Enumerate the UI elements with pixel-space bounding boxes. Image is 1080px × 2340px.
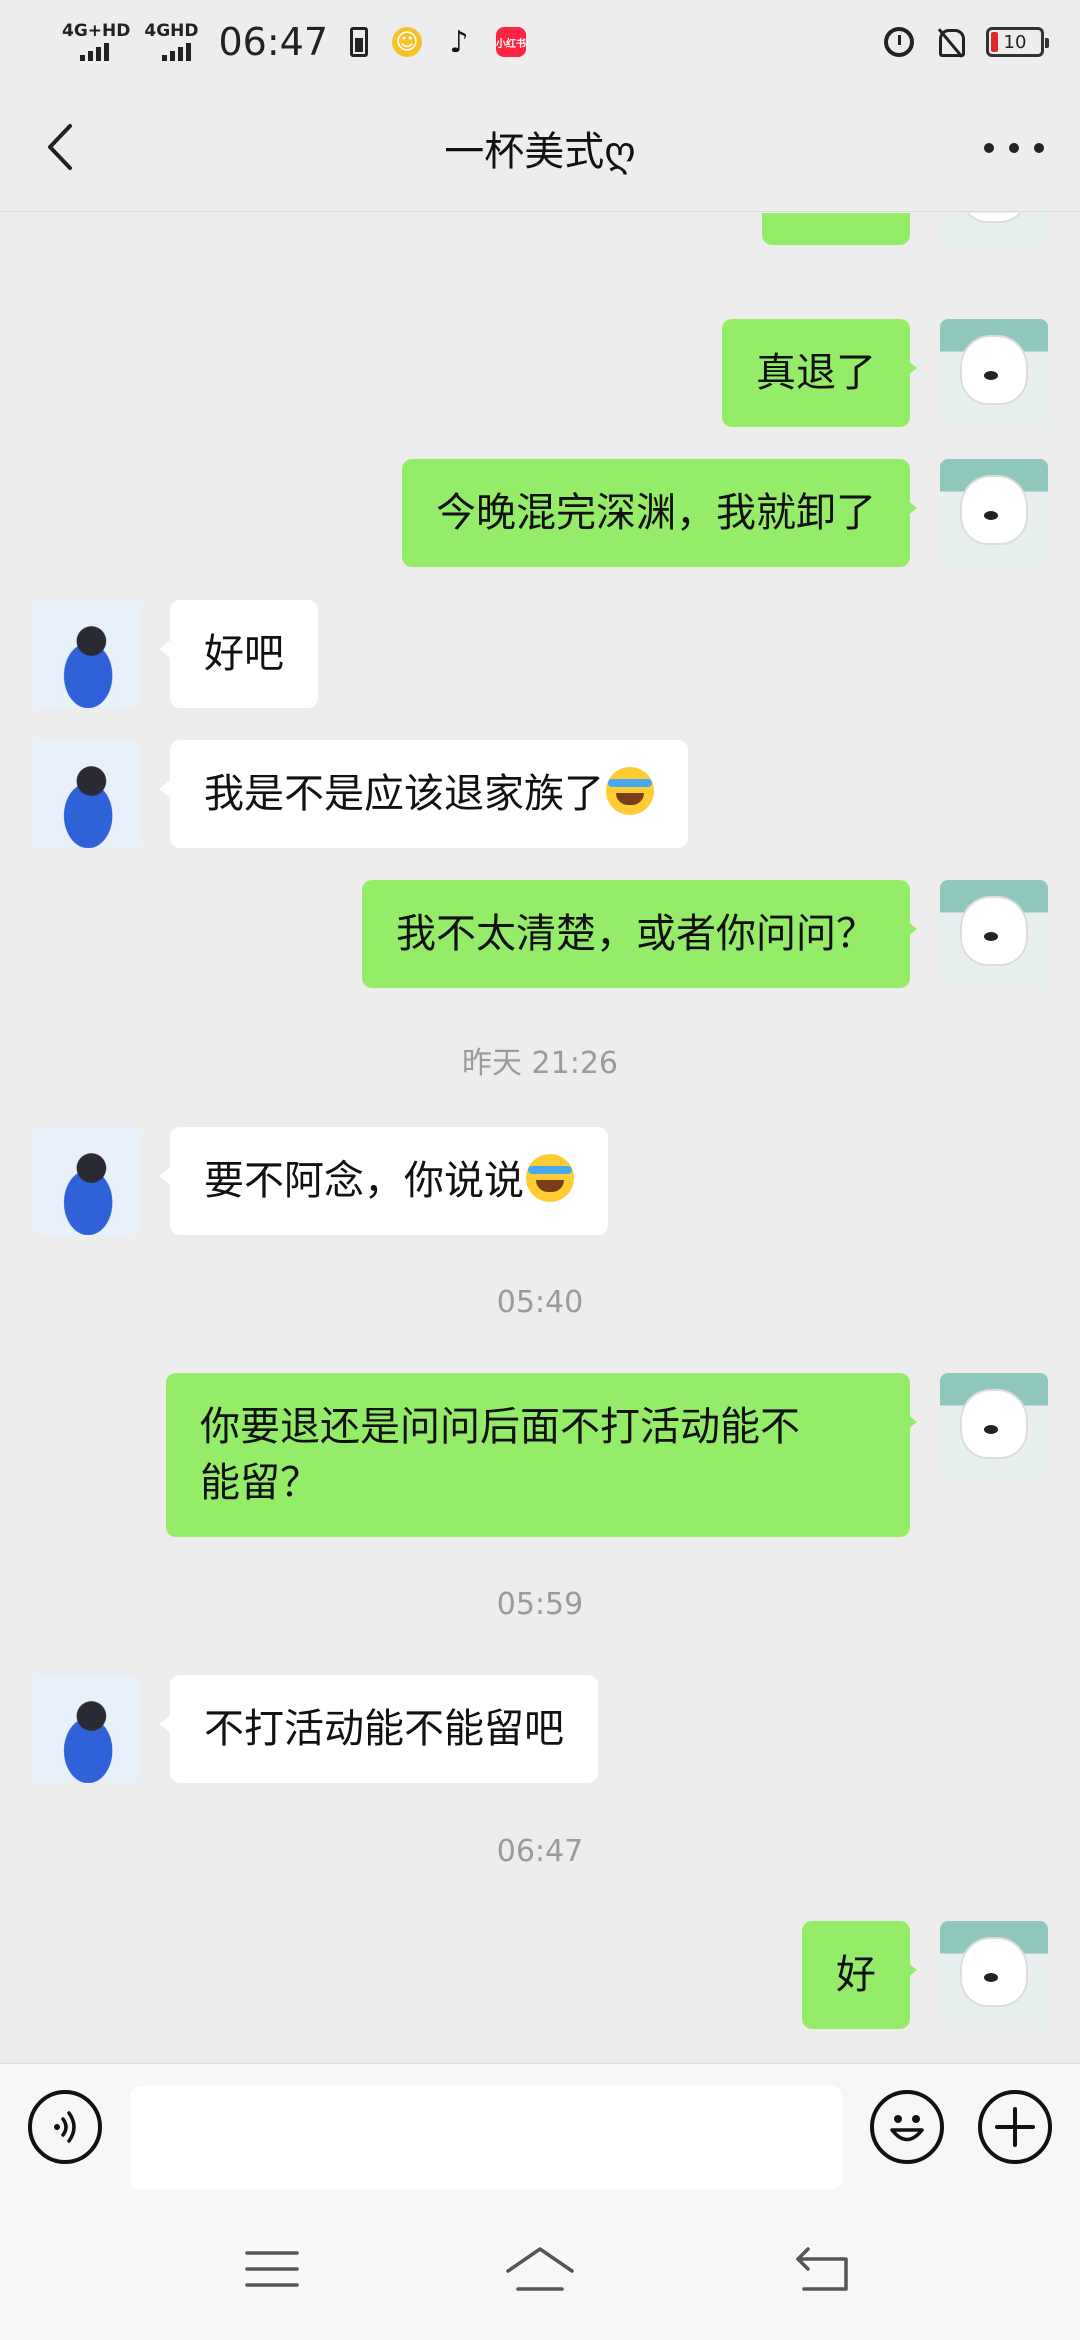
xiaohongshu-icon: 小红书 (496, 27, 527, 57)
plus-button[interactable] (978, 2090, 1052, 2164)
message-bubble[interactable]: 好 (802, 1921, 917, 2029)
return-icon (796, 2247, 848, 2291)
message-text-line: 能留？ (200, 1460, 320, 1506)
signal-indicator-2: 4GHD (144, 21, 199, 61)
signal-2-label: 4GHD (144, 21, 199, 41)
avatar[interactable] (940, 319, 1048, 427)
system-nav-bar (0, 2191, 1080, 2340)
message-sent: 今晚混完深渊，我就卸了 (402, 459, 1048, 567)
chevron-left-icon (48, 124, 72, 170)
message-bubble[interactable]: 要不阿念，你说说 (159, 1127, 608, 1235)
avatar[interactable] (940, 459, 1048, 567)
message-bubble[interactable]: 我是不是应该退家族了 (159, 740, 688, 848)
voice-button[interactable] (28, 2090, 102, 2164)
message-text-line: 你要退还是问问后面不打活动能不 (200, 1404, 800, 1450)
voice-icon (54, 2111, 76, 2143)
nav-menu-button[interactable] (232, 2239, 312, 2299)
tiktok-icon: ♪ (449, 24, 469, 60)
message-input[interactable] (130, 2086, 842, 2190)
message-bubble[interactable]: 好吧 (159, 600, 318, 708)
message-received: 要不阿念，你说说 (32, 1127, 608, 1235)
timestamp: 05:59 (496, 1587, 584, 1622)
more-button[interactable] (984, 128, 1044, 168)
signal-indicator-1: 4G+HD (62, 23, 130, 61)
signal-bars-icon (80, 43, 130, 61)
battery-icon: 10 (986, 27, 1049, 57)
status-bar: 4G+HD 4GHD 06:47 ☺ ♪ 小红书 10 (0, 0, 1080, 84)
message-received: 好吧 (32, 600, 318, 708)
emoji-button[interactable] (870, 2090, 944, 2164)
message-received: 我是不是应该退家族了 (32, 740, 688, 848)
app-notification-icon: ☺ (392, 27, 423, 57)
message-sent: 小月 (762, 213, 1048, 245)
message-bubble[interactable]: 我不太清楚，或者你问问？ (362, 880, 917, 988)
timestamp: 昨天 21:26 (462, 1046, 618, 1081)
alarm-icon (884, 27, 914, 57)
signal-bars-icon (162, 43, 198, 61)
home-icon (506, 2247, 574, 2291)
message-bubble[interactable]: 你要退还是问问后面不打活动能不 能留？ (166, 1373, 917, 1537)
battery-level: 10 (1003, 31, 1027, 53)
timestamp: 06:47 (496, 1834, 584, 1869)
message-sent: 我不太清楚，或者你问问？ (362, 880, 1048, 988)
message-list[interactable]: 小月 真退了 今晚混完深渊，我就卸了 好吧 我是不是应该退家族了 我不太清楚，或… (0, 213, 1080, 2063)
chat-header: 一杯美式ღ (0, 84, 1080, 212)
tears-of-joy-emoji-icon (606, 767, 654, 815)
more-dot (984, 143, 994, 153)
status-time: 06:47 (218, 20, 329, 64)
input-bar (0, 2063, 1080, 2191)
avatar[interactable] (940, 1373, 1048, 1481)
avatar[interactable] (940, 1921, 1048, 2029)
avatar[interactable] (32, 740, 140, 848)
nav-back-button[interactable] (784, 2239, 864, 2299)
message-bubble[interactable]: 小月 (762, 213, 910, 245)
message-text: 要不阿念，你说说 (204, 1158, 524, 1204)
smiley-icon (890, 2115, 924, 2142)
message-bubble[interactable]: 今晚混完深渊，我就卸了 (402, 459, 917, 567)
message-bubble[interactable]: 真退了 (722, 319, 917, 427)
storage-icon (350, 27, 369, 57)
nav-home-button[interactable] (500, 2239, 580, 2299)
more-dot (1009, 143, 1019, 153)
avatar[interactable] (32, 1675, 140, 1783)
message-received: 不打活动能不能留吧 (32, 1675, 598, 1783)
avatar[interactable] (32, 1127, 140, 1235)
avatar[interactable] (32, 600, 140, 708)
mute-icon (936, 27, 965, 57)
menu-icon (245, 2251, 299, 2287)
message-sent: 真退了 (722, 319, 1048, 427)
back-button[interactable] (36, 122, 86, 172)
more-dot (1034, 143, 1044, 153)
message-text: 我是不是应该退家族了 (204, 771, 604, 817)
page-title: 一杯美式ღ (444, 128, 636, 175)
plus-icon (995, 2107, 1035, 2147)
message-bubble[interactable]: 不打活动能不能留吧 (159, 1675, 598, 1783)
tears-of-joy-emoji-icon (526, 1154, 574, 1202)
signal-1-label: 4G+HD (62, 21, 131, 41)
timestamp: 05:40 (496, 1285, 584, 1320)
avatar[interactable] (940, 213, 1048, 245)
message-sent: 你要退还是问问后面不打活动能不 能留？ (166, 1373, 1048, 1537)
chat-screen: 4G+HD 4GHD 06:47 ☺ ♪ 小红书 10 一杯美式ღ 真退了 今晚… (0, 0, 1080, 2340)
message-sent: 好 (802, 1921, 1048, 2029)
avatar[interactable] (940, 880, 1048, 988)
